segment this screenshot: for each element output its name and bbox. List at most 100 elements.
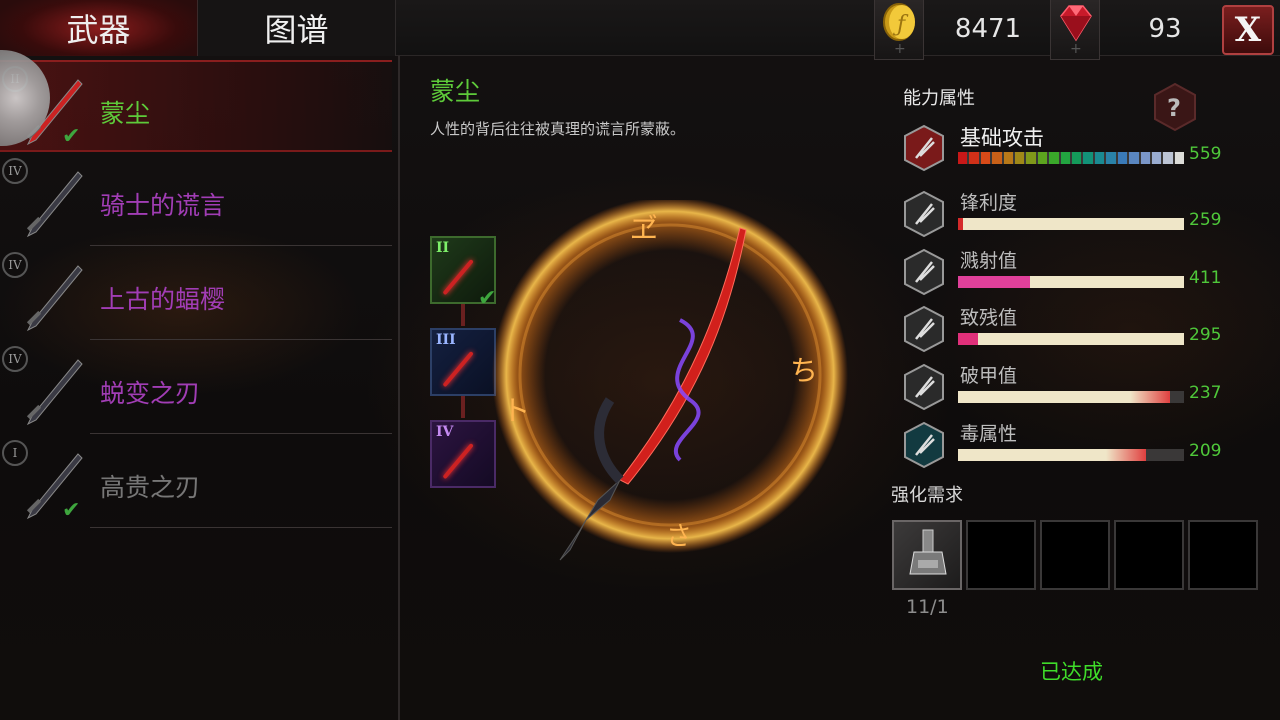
- rainbow-segment: [969, 152, 979, 164]
- stat-value: 295: [1189, 325, 1222, 345]
- rainbow-segment: [1083, 152, 1093, 164]
- red-gem-icon[interactable]: +: [1050, 0, 1100, 60]
- rainbow-segment: [1117, 152, 1128, 164]
- slot-tier-label: IV: [436, 424, 454, 440]
- stat-bar-fill: [958, 276, 1030, 288]
- coin-amount: 8471: [954, 14, 1022, 44]
- stat-bar: [958, 449, 1184, 461]
- stat-label: 破甲值: [960, 365, 1018, 387]
- cripple-icon: [904, 305, 944, 353]
- weapon-list-item[interactable]: IV 骑士的谎言: [0, 154, 392, 246]
- blade-icon: [442, 443, 474, 480]
- checkmark-icon: ✔: [62, 498, 81, 523]
- rainbow-segment: [1174, 152, 1185, 164]
- gold-coin-icon[interactable]: ƒ +: [874, 0, 924, 60]
- requirement-slot-empty[interactable]: [1040, 520, 1110, 590]
- sharpness-icon: [904, 190, 944, 238]
- stat-label: 溅射值: [960, 250, 1018, 272]
- stat-label: 基础攻击: [960, 126, 1044, 150]
- svg-text:ト: ト: [502, 394, 530, 427]
- red-gem-graphic: [1060, 5, 1092, 42]
- stat-bar-fill: [958, 218, 963, 230]
- top-bar: 武器 图谱 ƒ + 8471 + 93 X: [0, 0, 1280, 60]
- close-button[interactable]: X: [1222, 5, 1274, 55]
- stat-row: 破甲值 237: [900, 363, 1230, 417]
- svg-text:?: ?: [1167, 94, 1181, 122]
- requirement-slot-potion[interactable]: [892, 520, 962, 590]
- add-coins-icon: +: [894, 41, 906, 57]
- rainbow-segment: [980, 152, 991, 164]
- stat-bar-fill: [1106, 449, 1146, 461]
- stat-row: 毒属性 209: [900, 421, 1230, 475]
- rainbow-segment: [1151, 152, 1162, 164]
- requirement-slot-empty[interactable]: [966, 520, 1036, 590]
- splash-icon: [904, 248, 944, 296]
- svg-text:ち: ち: [790, 354, 818, 387]
- requirement-status: 已达成: [1040, 660, 1103, 684]
- poison-skull-icon: [904, 421, 944, 469]
- potion-icon: [909, 529, 947, 575]
- rainbow-segment: [1094, 152, 1105, 164]
- gold-coin-graphic: ƒ: [883, 3, 915, 41]
- stat-row: 致残值 295: [900, 305, 1230, 359]
- add-gems-icon: +: [1070, 41, 1082, 57]
- attack-icon: [904, 124, 944, 172]
- weapon-list-item[interactable]: II蒙尘✔: [0, 60, 392, 152]
- chain-link: [461, 396, 465, 418]
- stat-value: 259: [1189, 210, 1222, 230]
- row-divider: [0, 150, 392, 152]
- row-divider: [90, 527, 392, 528]
- upgrade-slot-iii[interactable]: III: [430, 328, 496, 396]
- slot-tier-label: II: [436, 240, 450, 256]
- stat-bar: [958, 152, 1185, 164]
- requirement-slot-empty[interactable]: [1188, 520, 1258, 590]
- stat-value: 411: [1189, 268, 1222, 288]
- rainbow-segment: [1015, 152, 1025, 164]
- weapon-thumbnail-icon: [26, 265, 83, 332]
- weapon-list-item[interactable]: I 高贵之刃 ✔: [0, 436, 392, 528]
- requirement-slot-empty[interactable]: [1114, 520, 1184, 590]
- stat-label: 致残值: [960, 307, 1018, 329]
- weapon-name: 骑士的谎言: [100, 191, 226, 220]
- upgrade-slot-iv[interactable]: IV: [430, 420, 496, 488]
- rainbow-segment: [1060, 152, 1071, 164]
- stat-bar-fill: [1130, 391, 1170, 403]
- rainbow-segment: [958, 152, 968, 164]
- row-divider: [90, 433, 392, 434]
- stat-bar-base: [958, 218, 1184, 230]
- gem-amount: 93: [1148, 14, 1182, 44]
- weapon-thumbnail-icon: [26, 359, 83, 426]
- weapon-name: 上古的蝠樱: [100, 285, 226, 314]
- checkmark-icon: ✔: [62, 124, 81, 149]
- weapon-list-item[interactable]: IV 蜕变之刃: [0, 342, 392, 434]
- stat-label: 锋利度: [960, 192, 1018, 214]
- rainbow-segment: [1106, 152, 1116, 164]
- rainbow-segment: [1129, 152, 1139, 164]
- weapon-thumbnail-icon: [26, 171, 83, 238]
- stat-value: 237: [1189, 383, 1222, 403]
- weapon-name: 蒙尘: [100, 99, 151, 128]
- stat-bar-fill: [958, 333, 978, 345]
- divider: [398, 56, 400, 720]
- rainbow-segment: [1049, 152, 1059, 164]
- row-divider: [90, 339, 392, 340]
- rainbow-segment: [1003, 152, 1014, 164]
- svg-text:さ: さ: [666, 522, 692, 552]
- stat-bar: [958, 218, 1184, 230]
- blade-icon: [442, 259, 474, 296]
- chain-link: [461, 304, 465, 326]
- rainbow-segment: [1140, 152, 1150, 164]
- weapon-description: 人性的背后往往被真理的谎言所蒙蔽。: [430, 120, 686, 138]
- rainbow-segment: [1072, 152, 1082, 164]
- weapon-list-item[interactable]: IV 上古的蝠樱: [0, 248, 392, 340]
- rainbow-segment: [1163, 152, 1173, 164]
- tab-weapons[interactable]: 武器: [0, 0, 198, 56]
- stat-row: 溅射值 411: [900, 248, 1230, 302]
- rainbow-fill: [958, 152, 1185, 164]
- tab-codex[interactable]: 图谱: [198, 0, 396, 56]
- stat-label: 毒属性: [960, 423, 1018, 445]
- weapon-title: 蒙尘: [430, 77, 481, 106]
- svg-text:ヹ: ヹ: [630, 212, 658, 245]
- rainbow-segment: [992, 152, 1002, 164]
- rainbow-segment: [1037, 152, 1048, 164]
